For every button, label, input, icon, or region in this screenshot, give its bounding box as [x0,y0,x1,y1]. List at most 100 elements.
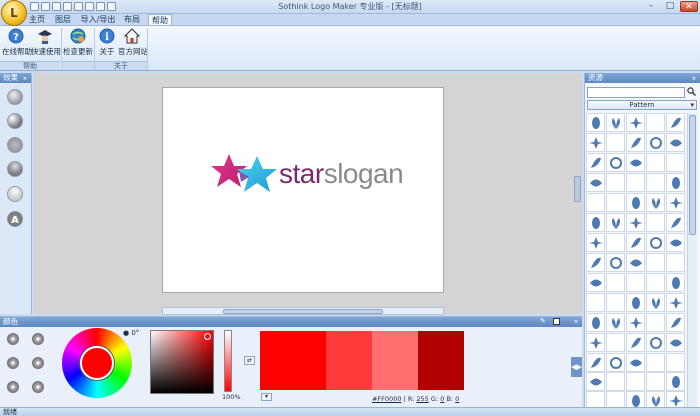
shape-thumbnail[interactable] [666,353,685,372]
logo-text[interactable]: starslogan [279,158,404,190]
save-icon[interactable] [52,2,61,11]
gradient-color-swatch[interactable] [372,331,418,390]
hscroll-thumb[interactable] [223,309,383,314]
shape-thumbnail[interactable] [646,253,665,272]
shape-thumbnail[interactable] [666,153,685,172]
shape-thumbnail[interactable] [646,333,665,352]
shape-thumbnail[interactable] [606,173,625,192]
chevron-down-icon[interactable]: ▾ [261,393,272,401]
shape-thumbnail[interactable] [626,333,645,352]
shape-thumbnail[interactable] [646,293,665,312]
radial-gradient-type-button[interactable] [7,381,19,393]
close-button[interactable]: ✕ [680,1,698,12]
shape-thumbnail[interactable] [586,133,605,152]
swap-colors-button[interactable]: ⇄ [244,356,255,365]
shape-thumbnail[interactable] [606,293,625,312]
new-file-icon[interactable] [30,2,39,11]
shape-thumbnail[interactable] [646,173,665,192]
shape-thumbnail[interactable] [626,193,645,212]
resource-vscroll[interactable] [687,113,697,409]
shape-thumbnail[interactable] [626,353,645,372]
shape-thumbnail[interactable] [626,213,645,232]
shape-thumbnail[interactable] [666,313,685,332]
shape-thumbnail[interactable] [606,273,625,292]
shape-thumbnail[interactable] [586,173,605,192]
undo-icon[interactable] [85,2,94,11]
logo-text-slogan[interactable]: slogan [324,158,404,189]
shape-thumbnail[interactable] [626,293,645,312]
shape-thumbnail[interactable] [586,333,605,352]
check-update-button[interactable]: 检查更新 [63,28,93,58]
radial-gradient-type-button[interactable] [32,333,44,345]
blue-value[interactable]: 0 [455,395,459,403]
star-logo-icon[interactable] [211,151,287,201]
shape-thumbnail[interactable] [646,313,665,332]
shape-thumbnail[interactable] [586,193,605,212]
logo-text-star[interactable]: star [279,158,324,189]
effect-shadow-button[interactable] [7,161,23,177]
shape-thumbnail[interactable] [646,273,665,292]
pin-icon[interactable]: ⌅ [691,73,697,83]
shape-thumbnail[interactable] [606,153,625,172]
pin-icon[interactable]: ⌅ [22,73,28,83]
shape-thumbnail[interactable] [666,173,685,192]
shape-thumbnail[interactable] [606,233,625,252]
shape-thumbnail[interactable] [626,173,645,192]
shape-thumbnail[interactable] [606,213,625,232]
alpha-slider[interactable] [224,330,232,392]
shape-thumbnail[interactable] [626,313,645,332]
shape-thumbnail[interactable] [586,313,605,332]
pin-icon[interactable]: ⌅ [573,317,579,325]
shape-thumbnail[interactable] [646,113,665,132]
sv-cursor[interactable] [204,333,211,340]
red-value[interactable]: 255 [416,395,428,403]
effect-text-button[interactable]: A [7,211,23,227]
green-value[interactable]: 0 [440,395,444,403]
effect-glow-button[interactable] [7,186,23,202]
shape-thumbnail[interactable] [646,193,665,212]
canvas-vscroll[interactable] [574,176,581,202]
maximize-button[interactable]: □ [661,1,679,12]
shape-thumbnail[interactable] [646,213,665,232]
shape-thumbnail[interactable] [606,313,625,332]
print-icon[interactable] [107,2,116,11]
export-icon[interactable] [74,2,83,11]
redo-icon[interactable] [96,2,105,11]
shape-thumbnail[interactable] [586,353,605,372]
shape-thumbnail[interactable] [606,353,625,372]
shape-thumbnail[interactable] [586,153,605,172]
effect-emboss-button[interactable] [7,137,23,153]
shape-thumbnail[interactable] [626,113,645,132]
shape-thumbnail[interactable] [646,372,665,391]
shape-thumbnail[interactable] [606,133,625,152]
shape-thumbnail[interactable] [666,193,685,212]
no-fill-icon[interactable] [553,318,560,325]
shape-thumbnail[interactable] [606,333,625,352]
effect-bevel-button[interactable] [7,113,23,129]
quick-start-button[interactable]: 快速使用 [31,28,61,58]
expand-panel-button[interactable]: ◀▶ [571,357,582,377]
search-icon[interactable] [686,87,697,98]
save-as-icon[interactable] [63,2,72,11]
shape-thumbnail[interactable] [606,113,625,132]
minimize-button[interactable]: – [642,1,660,12]
app-menu-button[interactable]: L [1,0,27,26]
shape-thumbnail[interactable] [666,372,685,391]
shape-thumbnail[interactable] [606,193,625,212]
radial-gradient-type-button[interactable] [7,333,19,345]
shape-thumbnail[interactable] [666,133,685,152]
shape-thumbnail[interactable] [586,273,605,292]
shape-thumbnail[interactable] [626,372,645,391]
radial-gradient-type-button[interactable] [32,381,44,393]
shape-thumbnail[interactable] [606,372,625,391]
shape-thumbnail[interactable] [586,213,605,232]
shape-thumbnail[interactable] [626,133,645,152]
shape-thumbnail[interactable] [646,233,665,252]
shape-thumbnail[interactable] [586,372,605,391]
shape-thumbnail[interactable] [666,213,685,232]
gradient-color-swatch[interactable] [418,331,464,390]
open-file-icon[interactable] [41,2,50,11]
shape-thumbnail[interactable] [666,273,685,292]
shape-thumbnail[interactable] [666,113,685,132]
shape-thumbnail[interactable] [586,233,605,252]
